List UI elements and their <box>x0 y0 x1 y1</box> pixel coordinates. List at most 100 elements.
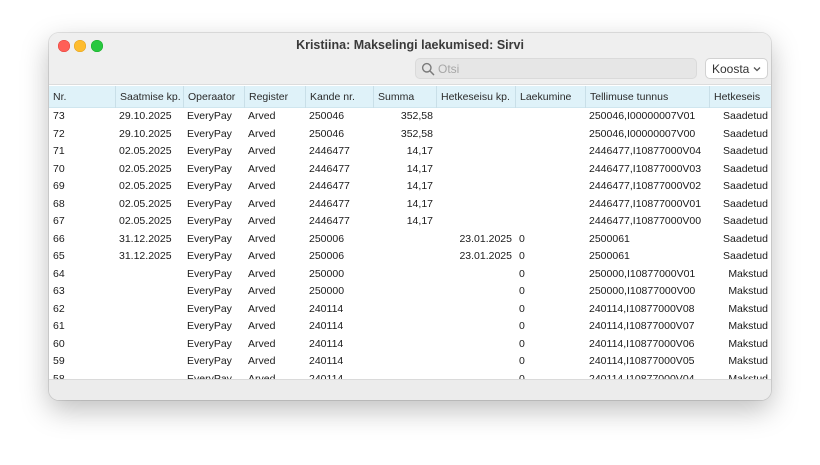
cell-hetkeseisu-kp <box>436 301 515 319</box>
cell-hetkeseis: Makstud <box>728 320 768 332</box>
column-header-nr[interactable]: Nr. <box>49 86 115 108</box>
cell-operaator: EveryPay <box>187 355 232 367</box>
table-row[interactable]: 63 EveryPay Arved 250000 0 250000,I10877000V0… <box>49 283 771 301</box>
cell-hetkeseis: Makstud <box>728 337 768 350</box>
cell-laekumine: 0 <box>519 337 525 350</box>
cell-operaator: EveryPay <box>187 232 232 245</box>
cell-tellimuse-tunnus: 240114,I10877000V07 <box>589 320 695 332</box>
cell-operaator: EveryPay <box>187 197 232 210</box>
cell-saatmise-kp: 29.10.2025 <box>119 127 172 140</box>
cell-operaator: EveryPay <box>187 145 232 157</box>
cell-register: Arved <box>248 197 276 210</box>
table-row[interactable]: 69 02.05.2025 EveryPay Arved 2446477 14,17 244… <box>49 178 771 196</box>
cell-register: Arved <box>248 162 276 175</box>
cell-kande-nr: 240114 <box>309 355 344 367</box>
table-row[interactable]: 65 31.12.2025 EveryPay Arved 250006 23.01.202… <box>49 248 771 266</box>
cell-kande-nr: 250000 <box>309 285 345 297</box>
cell-saatmise-kp <box>115 336 183 354</box>
koosta-dropdown[interactable]: Koosta <box>705 58 768 79</box>
cell-hetkeseis: Saadetud <box>723 127 768 140</box>
cell-nr: 65 <box>53 250 65 262</box>
table-row[interactable]: 59 EveryPay Arved 240114 0 240114,I10877000V0… <box>49 353 771 371</box>
cell-summa <box>373 336 436 354</box>
cell-laekumine: 0 <box>519 232 525 245</box>
table-row[interactable]: 72 29.10.2025 EveryPay Arved 250046 352,58 250… <box>49 126 771 144</box>
cell-hetkeseis: Saadetud <box>723 145 768 157</box>
cell-summa <box>373 318 436 336</box>
cell-tellimuse-tunnus: 2500061 <box>589 232 630 245</box>
cell-kande-nr: 240114 <box>309 320 344 332</box>
cell-hetkeseisu-kp: 23.01.2025 <box>459 250 512 262</box>
cell-laekumine: 0 <box>519 285 525 297</box>
cell-operaator: EveryPay <box>187 250 232 262</box>
table-row[interactable]: 60 EveryPay Arved 240114 0 240114,I10877000V0… <box>49 336 771 354</box>
main-window: Kristiina: Makselingi laekumised: Sirvi … <box>49 33 771 400</box>
cell-saatmise-kp <box>115 283 183 301</box>
cell-summa: 14,17 <box>406 180 433 192</box>
cell-kande-nr: 250046 <box>309 110 345 122</box>
cell-register: Arved <box>248 285 276 297</box>
cell-laekumine: 0 <box>519 320 525 332</box>
search-input[interactable] <box>438 59 693 78</box>
window-title: Kristiina: Makselingi laekumised: Sirvi <box>296 38 524 52</box>
cell-hetkeseisu-kp <box>436 213 515 231</box>
column-header-hetkeseisu-kp[interactable]: Hetkeseisu kp. <box>436 86 515 108</box>
column-header-saatmise-kp[interactable]: Saatmise kp. <box>115 86 183 108</box>
cell-hetkeseisu-kp <box>436 266 515 284</box>
cell-nr: 64 <box>53 267 65 280</box>
cell-nr: 59 <box>53 355 65 367</box>
cell-saatmise-kp <box>115 353 183 371</box>
table-row[interactable]: 66 31.12.2025 EveryPay Arved 250006 23.01.202… <box>49 231 771 249</box>
cell-tellimuse-tunnus: 250000,I10877000V00 <box>589 285 696 297</box>
table-row[interactable]: 71 02.05.2025 EveryPay Arved 2446477 14,17 244… <box>49 143 771 161</box>
cell-tellimuse-tunnus: 240114,I10877000V06 <box>589 337 695 350</box>
cell-hetkeseis: Saadetud <box>723 197 768 210</box>
cell-saatmise-kp: 29.10.2025 <box>119 110 172 122</box>
cell-hetkeseisu-kp <box>436 161 515 179</box>
cell-laekumine <box>515 161 585 179</box>
column-header-summa[interactable]: Summa <box>373 86 436 108</box>
table-row[interactable]: 73 29.10.2025 EveryPay Arved 250046 352,58 250… <box>49 108 771 126</box>
table-row[interactable]: 67 02.05.2025 EveryPay Arved 2446477 14,17 244… <box>49 213 771 231</box>
table-row[interactable]: 68 02.05.2025 EveryPay Arved 2446477 14,17 244… <box>49 196 771 214</box>
cell-laekumine <box>515 126 585 144</box>
cell-hetkeseis: Makstud <box>728 302 768 315</box>
cell-register: Arved <box>248 355 276 367</box>
cell-register: Arved <box>248 180 276 192</box>
cell-hetkeseisu-kp <box>436 196 515 214</box>
cell-register: Arved <box>248 127 276 140</box>
cell-register: Arved <box>248 337 276 350</box>
column-header-tellimuse-tunnus[interactable]: Tellimuse tunnus <box>585 86 709 108</box>
cell-nr: 63 <box>53 285 65 297</box>
cell-kande-nr: 2446477 <box>309 180 350 192</box>
cell-summa: 14,17 <box>406 162 433 175</box>
column-header-operaator[interactable]: Operaator <box>183 86 244 108</box>
cell-hetkeseisu-kp <box>436 283 515 301</box>
table-row[interactable]: 64 EveryPay Arved 250000 0 250000,I10877000V0… <box>49 266 771 284</box>
column-header-register[interactable]: Register <box>244 86 305 108</box>
cell-laekumine: 0 <box>519 355 525 367</box>
search-field[interactable] <box>415 58 697 79</box>
cell-nr: 73 <box>53 110 65 122</box>
table-row[interactable]: 61 EveryPay Arved 240114 0 240114,I10877000V0… <box>49 318 771 336</box>
cell-kande-nr: 2446477 <box>309 162 350 175</box>
cell-operaator: EveryPay <box>187 180 232 192</box>
column-header-laekumine[interactable]: Laekumine <box>515 86 585 108</box>
cell-saatmise-kp: 02.05.2025 <box>119 180 172 192</box>
cell-operaator: EveryPay <box>187 285 232 297</box>
table-body[interactable]: 73 29.10.2025 EveryPay Arved 250046 352,58 250… <box>49 108 771 380</box>
cell-laekumine <box>515 178 585 196</box>
table-row[interactable]: 70 02.05.2025 EveryPay Arved 2446477 14,17 244… <box>49 161 771 179</box>
column-header-kande-nr[interactable]: Kande nr. <box>305 86 373 108</box>
cell-summa <box>373 283 436 301</box>
cell-summa <box>373 353 436 371</box>
cell-summa <box>373 301 436 319</box>
cell-saatmise-kp: 02.05.2025 <box>119 145 172 157</box>
table-row[interactable]: 62 EveryPay Arved 240114 0 240114,I10877000V0… <box>49 301 771 319</box>
cell-tellimuse-tunnus: 250046,I00000007V01 <box>589 110 696 122</box>
cell-hetkeseisu-kp <box>436 126 515 144</box>
cell-hetkeseisu-kp <box>436 178 515 196</box>
column-header-hetkeseis[interactable]: Hetkeseis <box>709 86 771 108</box>
cell-register: Arved <box>248 302 276 315</box>
cell-operaator: EveryPay <box>187 162 232 175</box>
